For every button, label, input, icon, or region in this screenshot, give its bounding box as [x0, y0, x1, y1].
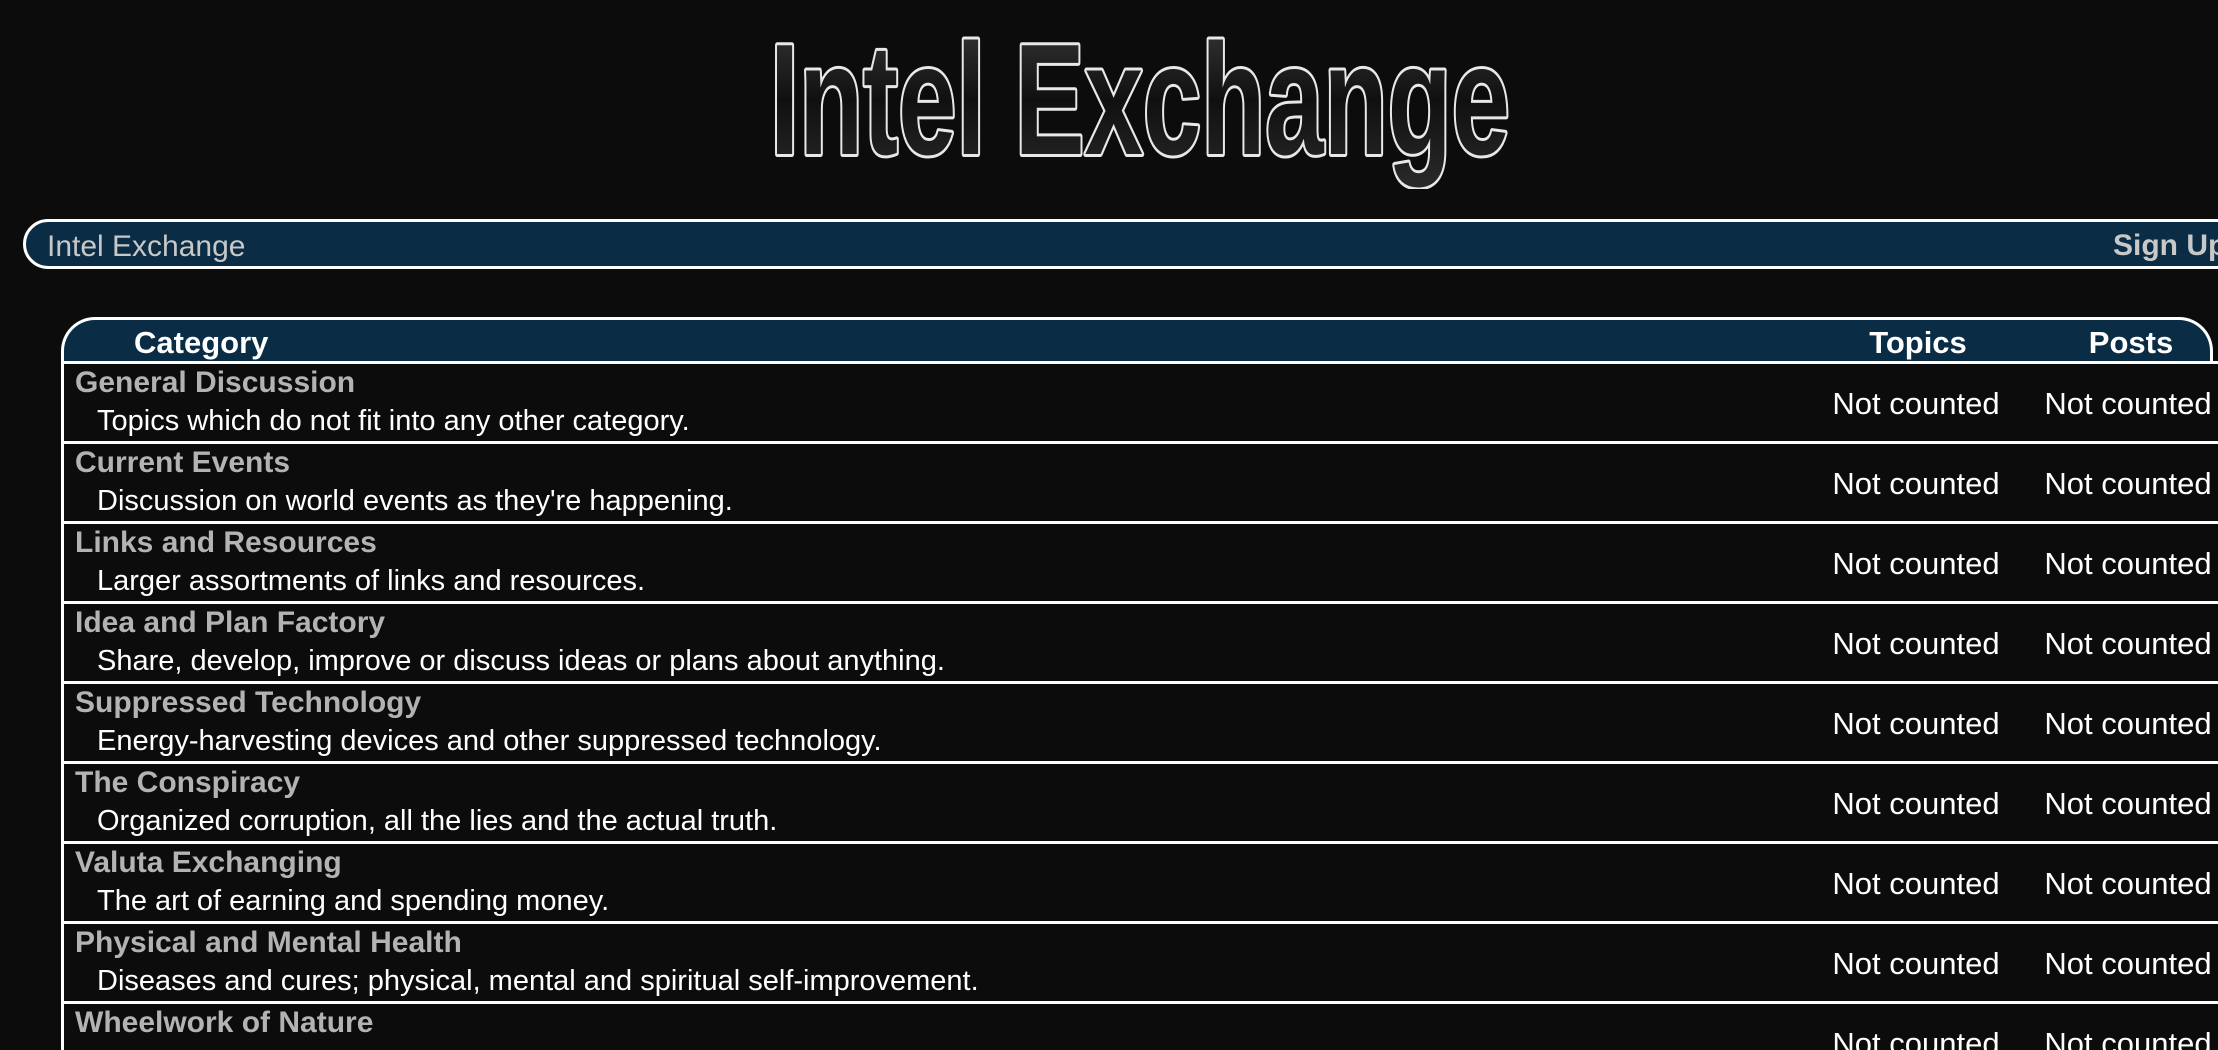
posts-count: Not counted	[2044, 866, 2212, 901]
posts-count: Not counted	[2044, 466, 2212, 501]
category-link[interactable]: The Conspiracy	[75, 766, 300, 800]
posts-count: Not counted	[2044, 946, 2212, 981]
site-logo[interactable]: Intel Exchange	[760, 14, 1520, 189]
category-link[interactable]: Current Events	[75, 446, 290, 480]
site-logo-area: Intel Exchange	[0, 0, 2218, 200]
column-header-topics: Topics	[1869, 325, 1967, 360]
category-link[interactable]: Links and Resources	[75, 526, 377, 560]
topics-count: Not counted	[1832, 546, 2000, 581]
category-row: Links and Resources Larger assortments o…	[64, 521, 2218, 601]
category-row: Suppressed Technology Energy-harvesting …	[64, 681, 2218, 761]
category-link[interactable]: Idea and Plan Factory	[75, 606, 385, 640]
category-description: Diseases and cures; physical, mental and…	[97, 965, 979, 997]
category-link[interactable]: Valuta Exchanging	[75, 846, 342, 880]
posts-count: Not counted	[2044, 546, 2212, 581]
category-description: Discussion on world events as they're ha…	[97, 485, 733, 517]
site-logo-text: Intel Exchange	[770, 14, 1510, 188]
top-nav-bar: Intel Exchange Sign Up	[23, 219, 2218, 269]
topics-count: Not counted	[1832, 466, 2000, 501]
category-description: Energy-harvesting devices and other supp…	[97, 725, 882, 757]
topics-count: Not counted	[1832, 946, 2000, 981]
column-header-posts: Posts	[2088, 325, 2174, 360]
category-link[interactable]: Wheelwork of Nature	[75, 1006, 373, 1040]
topics-count: Not counted	[1832, 386, 2000, 421]
category-row: Physical and Mental Health Diseases and …	[64, 921, 2218, 1001]
breadcrumb-home-link[interactable]: Intel Exchange	[47, 230, 245, 264]
sign-up-link[interactable]: Sign Up	[2113, 229, 2218, 263]
category-row: Current Events Discussion on world event…	[64, 441, 2218, 521]
category-row: Wheelwork of Nature Not counted Not coun…	[64, 1001, 2218, 1050]
category-list: General Discussion Topics which do not f…	[61, 361, 2218, 1050]
category-description: The art of earning and spending money.	[97, 885, 610, 917]
category-link[interactable]: Physical and Mental Health	[75, 926, 462, 960]
category-row: Idea and Plan Factory Share, develop, im…	[64, 601, 2218, 681]
forum-category-table: Category Topics Posts General Discussion…	[61, 317, 2218, 1050]
table-header: Category Topics Posts	[61, 317, 2213, 363]
category-link[interactable]: Suppressed Technology	[75, 686, 421, 720]
topics-count: Not counted	[1832, 1026, 2000, 1050]
category-description: Larger assortments of links and resource…	[97, 565, 646, 597]
posts-count: Not counted	[2044, 386, 2212, 421]
topics-count: Not counted	[1832, 866, 2000, 901]
category-description: Topics which do not fit into any other c…	[97, 405, 690, 437]
posts-count: Not counted	[2044, 786, 2212, 821]
category-row: Valuta Exchanging The art of earning and…	[64, 841, 2218, 921]
category-row: General Discussion Topics which do not f…	[64, 361, 2218, 441]
topics-count: Not counted	[1832, 786, 2000, 821]
posts-count: Not counted	[2044, 1026, 2212, 1050]
category-link[interactable]: General Discussion	[75, 366, 355, 400]
category-description: Share, develop, improve or discuss ideas…	[97, 645, 945, 677]
topics-count: Not counted	[1832, 626, 2000, 661]
posts-count: Not counted	[2044, 626, 2212, 661]
posts-count: Not counted	[2044, 706, 2212, 741]
category-row: The Conspiracy Organized corruption, all…	[64, 761, 2218, 841]
topics-count: Not counted	[1832, 706, 2000, 741]
column-header-category: Category	[134, 325, 269, 360]
category-description: Organized corruption, all the lies and t…	[97, 805, 778, 837]
